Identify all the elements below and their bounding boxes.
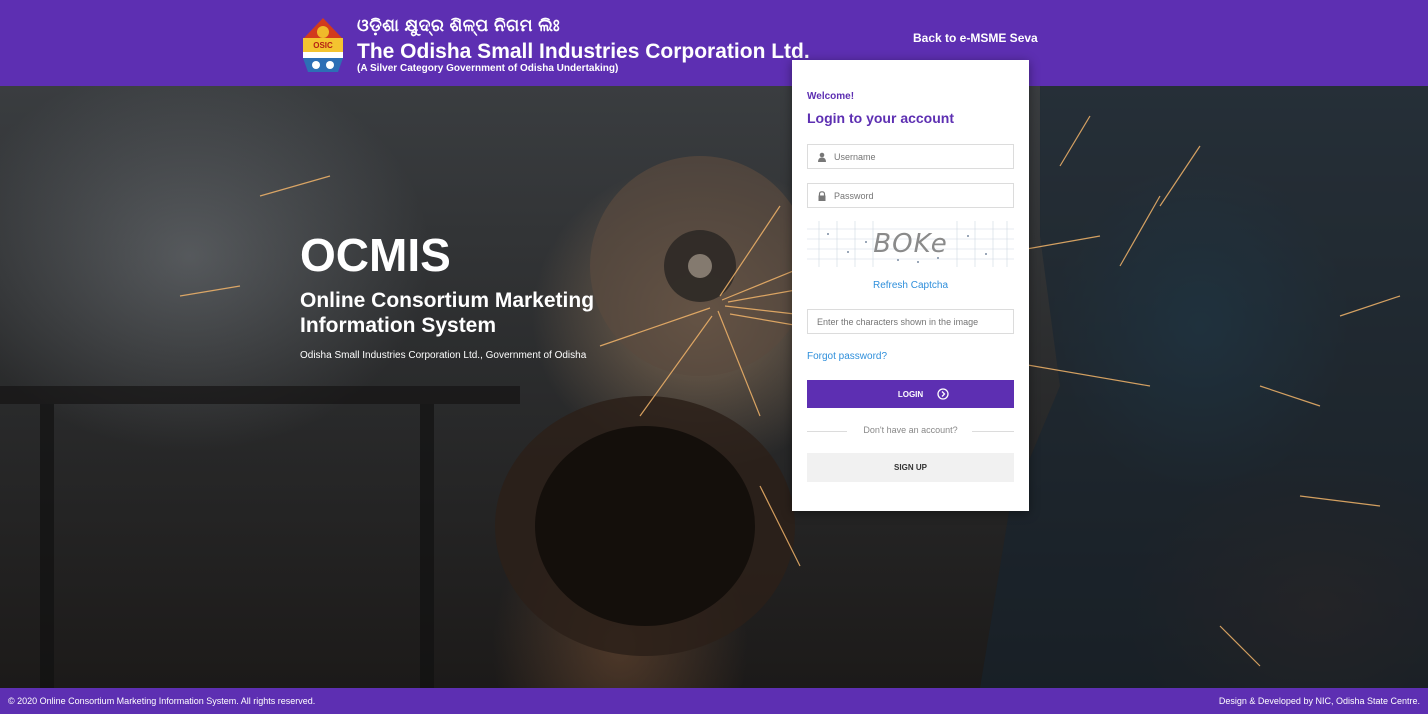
username-field	[807, 144, 1014, 169]
welcome-text: Welcome!	[807, 91, 855, 102]
login-card: Welcome! Login to your account Username …	[792, 60, 1029, 511]
lock-icon	[818, 191, 826, 201]
svg-text:OSIC: OSIC	[313, 41, 333, 50]
copyright-text: © 2020 Online Consortium Marketing Infor…	[8, 696, 316, 706]
no-account-text: Don't have an account?	[863, 425, 958, 435]
login-button[interactable]: LOGIN	[807, 380, 1014, 408]
user-icon	[818, 152, 826, 162]
refresh-captcha-link[interactable]: Refresh Captcha	[792, 280, 1029, 291]
hero-title: OCMIS	[300, 229, 451, 281]
org-subtitle: (A Silver Category Government of Odisha …	[357, 63, 619, 74]
osic-logo-icon: OSIC	[303, 18, 343, 72]
back-to-emsme-link[interactable]: Back to e-MSME Seva	[913, 31, 1038, 45]
login-page: OSIC ଓଡ଼ିଶା କ୍ଷୁଦ୍ର ଶିଳ୍ପ ନିଗମ ଲିଃ The O…	[0, 0, 1428, 714]
org-title: The Odisha Small Industries Corporation …	[357, 40, 810, 63]
login-heading: Login to your account	[807, 110, 954, 126]
username-input[interactable]	[808, 145, 1013, 168]
login-button-label: LOGIN	[897, 389, 924, 399]
grinding-sparks-background	[0, 86, 1428, 688]
signup-divider: Don't have an account?	[807, 425, 1014, 437]
password-field	[807, 183, 1014, 208]
forgot-password-link[interactable]: Forgot password?	[807, 351, 887, 362]
captcha-field	[807, 309, 1014, 334]
arrow-circle-right-icon	[937, 388, 949, 400]
developer-credit: Design & Developed by NIC, Odisha State …	[1218, 696, 1420, 706]
site-header: OSIC ଓଡ଼ିଶା କ୍ଷୁଦ୍ର ଶିଳ୍ପ ନିଗମ ଲିଃ The O…	[0, 0, 1428, 86]
hero-subtitle: Online Consortium Marketing Information …	[300, 289, 595, 337]
password-input[interactable]	[808, 184, 1013, 207]
signup-button[interactable]: SIGN UP	[807, 453, 1014, 482]
site-footer: © 2020 Online Consortium Marketing Infor…	[0, 688, 1428, 714]
captcha-text: BOKe	[873, 229, 948, 259]
hero-section: OCMIS Online Consortium Marketing Inform…	[0, 86, 1428, 688]
hero-org: Odisha Small Industries Corporation Ltd.…	[300, 350, 587, 361]
captcha-input[interactable]	[808, 310, 1013, 333]
divider-line-right	[972, 431, 1014, 432]
odia-org-title: ଓଡ଼ିଶା କ୍ଷୁଦ୍ର ଶିଳ୍ପ ନିଗମ ଲିଃ	[357, 16, 561, 35]
captcha-image: BOKe	[807, 221, 1014, 267]
